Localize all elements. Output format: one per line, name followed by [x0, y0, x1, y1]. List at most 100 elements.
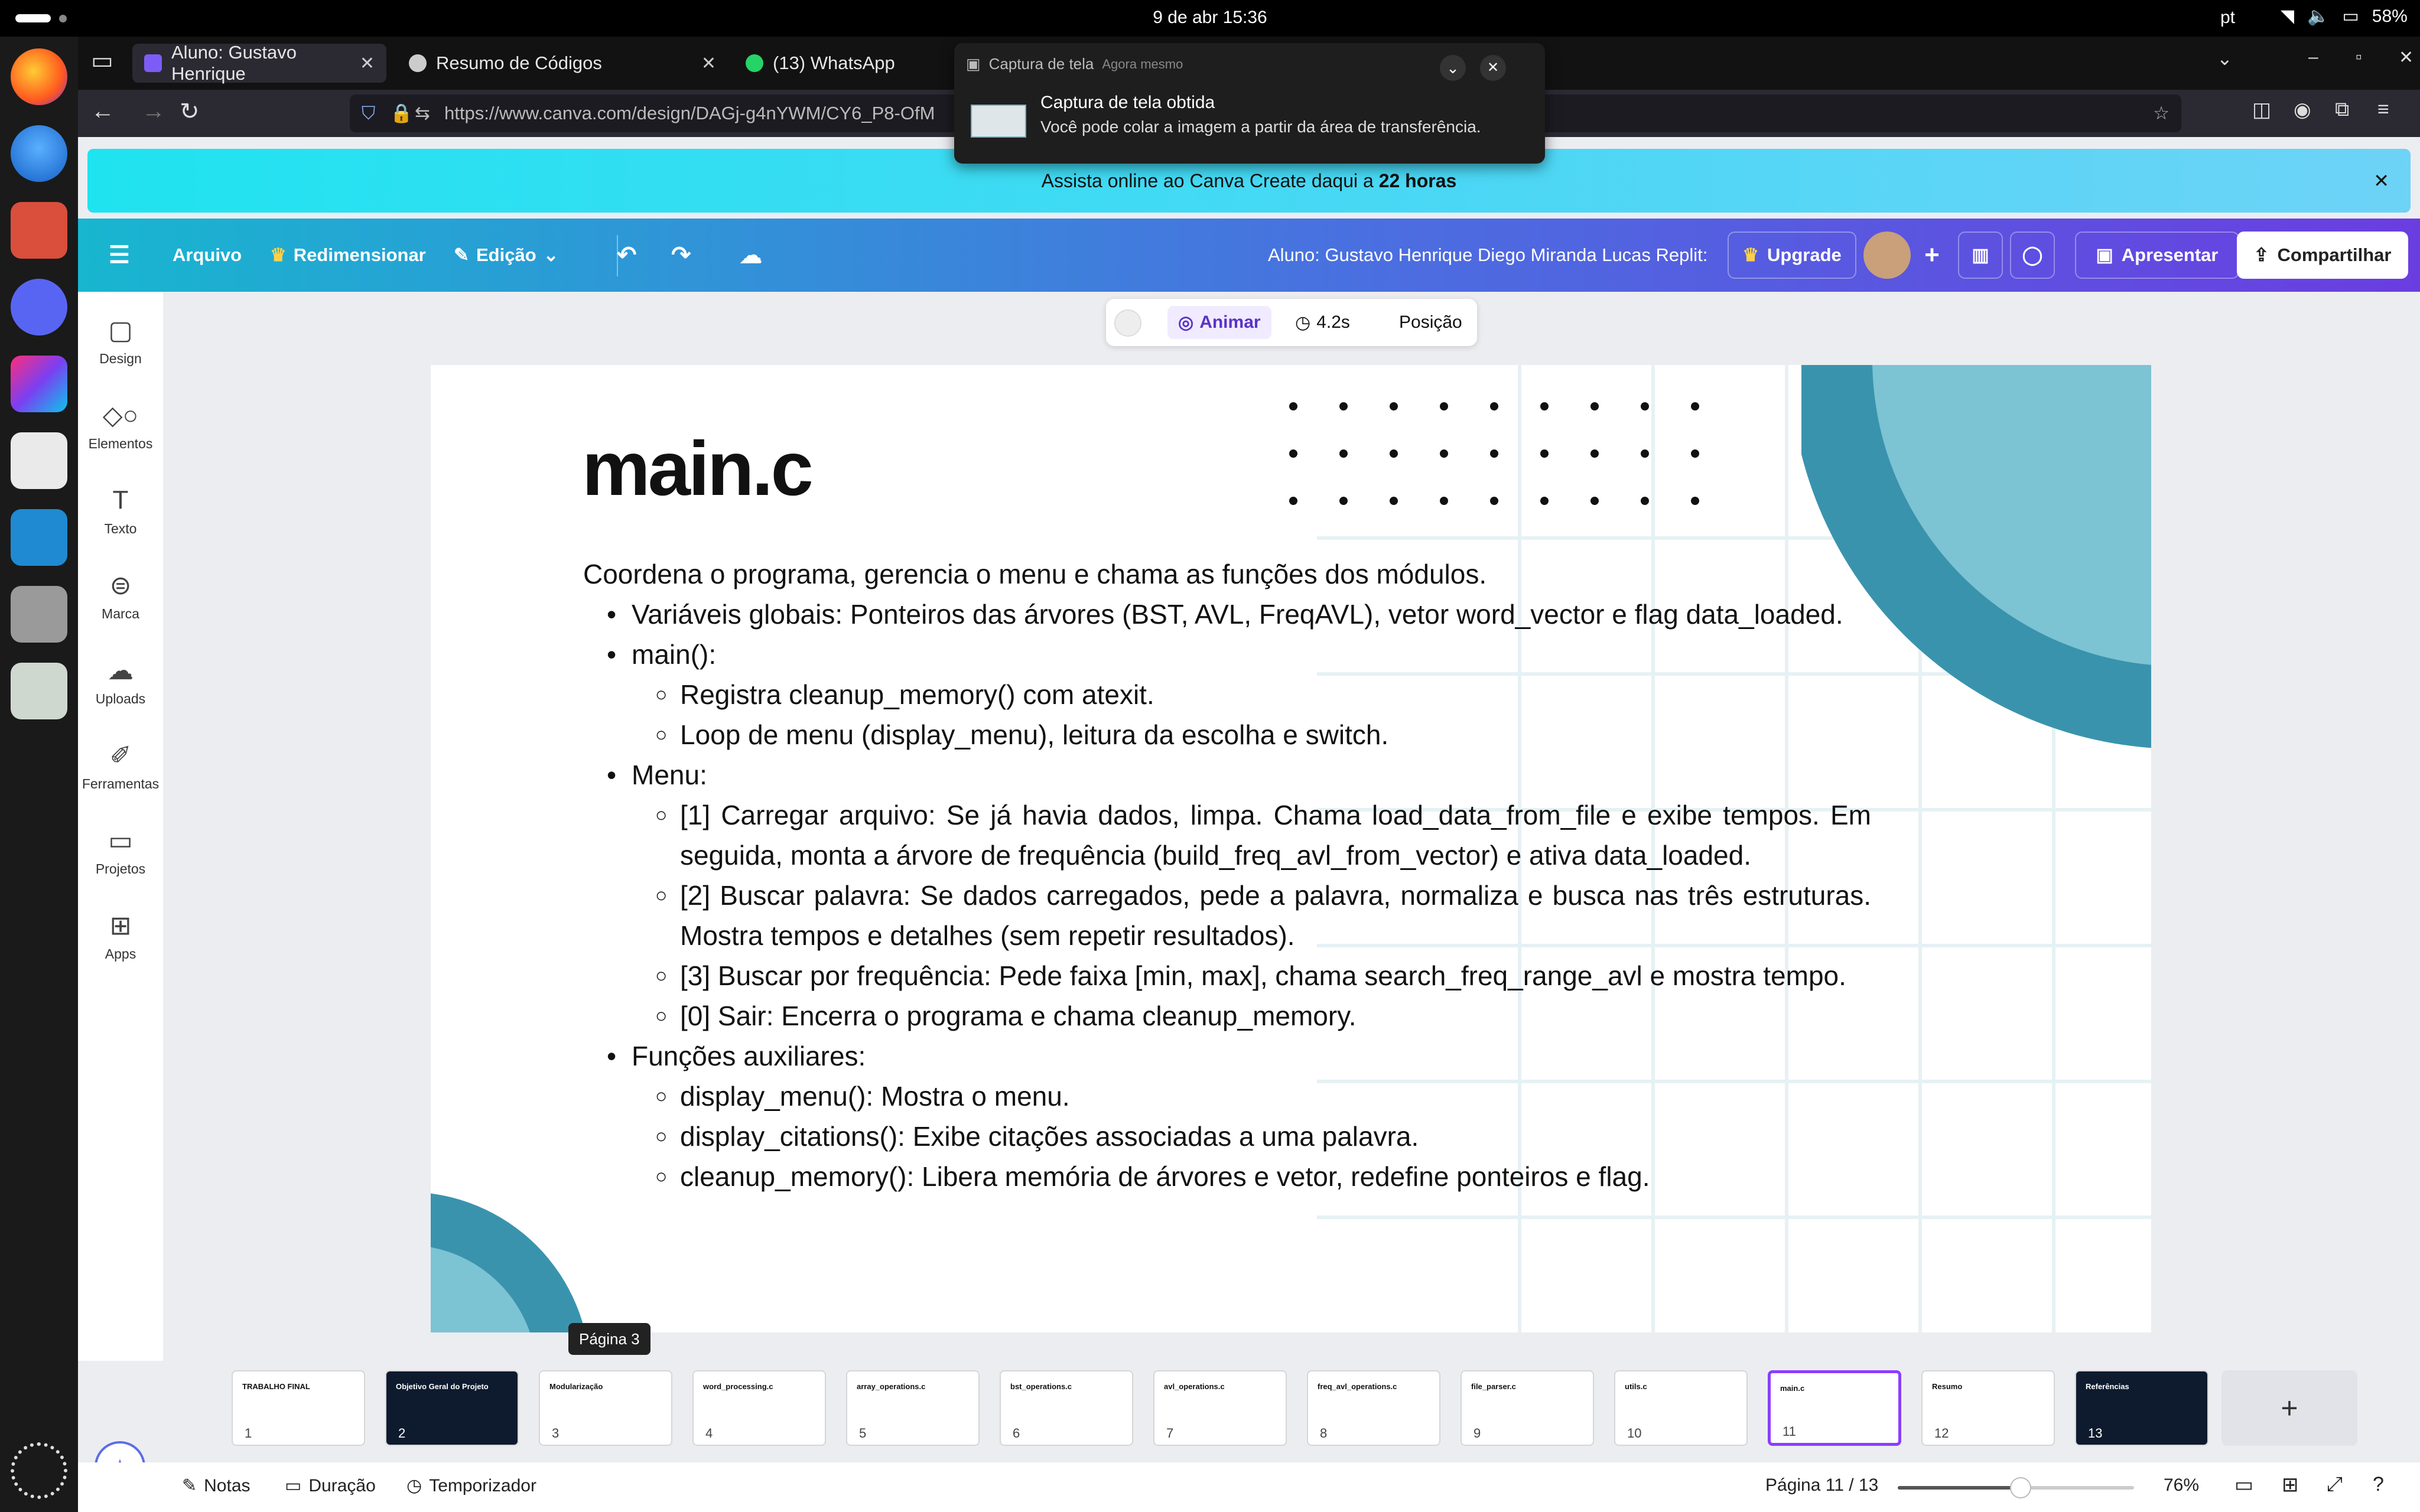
thumbnail-number: 12	[1934, 1426, 1949, 1441]
document-title[interactable]: Aluno: Gustavo Henrique Diego Miranda Lu…	[1268, 237, 1707, 273]
page-indicator[interactable]: Página 11 / 13	[1765, 1475, 1878, 1495]
banner-countdown: 22 horas	[1378, 170, 1457, 191]
reload-icon[interactable]: ↻	[180, 98, 200, 125]
add-collaborator-icon[interactable]: +	[1914, 232, 1950, 279]
undo-icon[interactable]: ↶	[617, 237, 637, 273]
forward-icon[interactable]: →	[142, 98, 165, 125]
account-icon[interactable]: ◉	[2294, 98, 2311, 122]
slide-title[interactable]: main.c	[582, 424, 814, 513]
vscode-icon[interactable]	[11, 509, 67, 566]
file-menu[interactable]: Arquivo	[173, 237, 242, 273]
pocket-icon[interactable]: ◫	[2252, 98, 2271, 122]
timer-button[interactable]: ◷ Temporizador	[406, 1475, 536, 1496]
avatar[interactable]	[1863, 232, 1911, 279]
close-tab-icon[interactable]: ✕	[360, 53, 375, 74]
sidebar-item-apps[interactable]: ⊞ Apps	[78, 911, 163, 962]
page-thumbnail[interactable]: Objetivo Geral do Projeto 2	[385, 1370, 519, 1446]
close-tab-icon[interactable]: ✕	[701, 53, 716, 74]
pencil-icon: ✎	[454, 245, 469, 265]
menu-icon[interactable]: ≡	[2377, 98, 2389, 121]
intellij-icon[interactable]	[11, 356, 67, 412]
expand-notification-icon[interactable]: ⌄	[1440, 55, 1466, 81]
permissions-icon[interactable]: ⇆	[415, 94, 430, 132]
page-thumbnail[interactable]: Resumo 12	[1921, 1370, 2055, 1446]
whatsapp-favicon	[746, 54, 763, 72]
zoom-slider-knob[interactable]	[2010, 1477, 2031, 1498]
clock[interactable]: 9 de abr 15:36	[0, 8, 2420, 28]
document-viewer-icon[interactable]	[11, 432, 67, 489]
share-button[interactable]: ⇪ Compartilhar	[2237, 232, 2408, 279]
close-notification-icon[interactable]: ✕	[1480, 55, 1506, 81]
extensions-icon[interactable]: ⧉	[2335, 98, 2349, 121]
page-thumbnail[interactable]: array_operations.c 5	[846, 1370, 980, 1446]
tab-canva[interactable]: Aluno: Gustavo Henrique ✕	[132, 42, 386, 84]
screenshot-notification[interactable]: ▣ Captura de tela Agora mesmo ⌄ ✕ Captur…	[954, 43, 1545, 164]
cloud-saved-icon[interactable]: ☁	[740, 237, 762, 273]
notes-button[interactable]: ✎ Notas	[182, 1475, 251, 1496]
resize-button[interactable]: ♛ Redimensionar	[270, 237, 426, 273]
sidebar-item-text[interactable]: T Texto	[78, 485, 163, 537]
banner-text: Assista online ao Canva Create daqui a	[1041, 170, 1379, 191]
sidebar-item-label: Design	[99, 351, 142, 366]
duration-toggle[interactable]: ▭ Duração	[285, 1475, 376, 1496]
slide-body[interactable]: Coordena o programa, gerencia o menu e c…	[583, 554, 2151, 1197]
firefox-icon[interactable]	[11, 48, 67, 105]
shield-icon[interactable]: ⛉	[362, 94, 375, 132]
edit-mode-button[interactable]: ✎ Edição ⌄	[454, 237, 559, 273]
tab-resumo[interactable]: Resumo de Códigos ✕	[397, 44, 728, 83]
sidebar-item-projects[interactable]: ▭ Projetos	[78, 826, 163, 877]
drive-icon[interactable]	[11, 586, 67, 643]
page-thumbnail[interactable]: bst_operations.c 6	[1000, 1370, 1133, 1446]
animate-button[interactable]: ◎ Animar	[1167, 306, 1271, 339]
thunderbird-icon[interactable]	[11, 125, 67, 182]
sidebar-item-design[interactable]: ▢ Design	[78, 315, 163, 367]
page-thumbnail[interactable]: utils.c 10	[1614, 1370, 1748, 1446]
upgrade-button[interactable]: ♛ Upgrade	[1728, 232, 1856, 279]
present-button[interactable]: ▣ Apresentar	[2075, 232, 2239, 279]
tab-overview-icon[interactable]: ▭	[91, 47, 113, 74]
system-tray[interactable]: ◥ 🔈 ▭ 58%	[2281, 6, 2408, 27]
add-page-button[interactable]: +	[2221, 1370, 2357, 1446]
back-icon[interactable]: ←	[91, 98, 115, 125]
slide-canvas[interactable]: main.c Coordena o programa, gerencia o m…	[431, 365, 2151, 1332]
page-thumbnail[interactable]: word_processing.c 4	[692, 1370, 826, 1446]
close-banner-icon[interactable]: ✕	[2373, 149, 2389, 213]
page-thumbnail[interactable]: TRABALHO FINAL 1	[232, 1370, 365, 1446]
page-thumbnail[interactable]: file_parser.c 9	[1461, 1370, 1594, 1446]
url-text: https://www.canva.com/design/DAGj-g4nYWM…	[444, 103, 935, 123]
zoom-slider[interactable]	[1898, 1477, 2134, 1498]
sidebar-item-uploads[interactable]: ☁ Uploads	[78, 656, 163, 707]
sidebar-item-tools[interactable]: ✐ Ferramentas	[78, 741, 163, 792]
page-thumbnail[interactable]: avl_operations.c 7	[1153, 1370, 1287, 1446]
discord-icon[interactable]	[11, 279, 67, 335]
lock-icon[interactable]: 🔒	[390, 94, 413, 132]
page-thumbnail[interactable]: freq_avl_operations.c 8	[1307, 1370, 1440, 1446]
sidebar-item-elements[interactable]: ◇○ Elementos	[78, 400, 163, 452]
comments-icon[interactable]: ◯	[2010, 232, 2055, 279]
zoom-level[interactable]: 76%	[2164, 1475, 2199, 1495]
page-thumbnail[interactable]: Referências 13	[2075, 1370, 2208, 1446]
fullscreen-icon[interactable]: ⤢	[2327, 1473, 2343, 1496]
insights-icon[interactable]: ▥	[1958, 232, 2003, 279]
input-language[interactable]: pt	[2220, 8, 2235, 28]
minimize-icon[interactable]: –	[2308, 47, 2318, 67]
grid-view-icon[interactable]: ⊞	[2282, 1473, 2299, 1497]
trash-icon[interactable]	[11, 663, 67, 719]
help-icon[interactable]: ?	[2373, 1473, 2384, 1496]
thumbnail-title: file_parser.c	[1471, 1382, 1516, 1391]
files-icon[interactable]	[11, 202, 67, 259]
position-button[interactable]: Posição	[1399, 306, 1462, 339]
app-grid-icon[interactable]	[11, 1442, 67, 1499]
color-swatch[interactable]	[1114, 309, 1141, 337]
close-window-icon[interactable]: ✕	[2399, 47, 2414, 68]
page-thumbnail[interactable]: Modularização 3	[539, 1370, 672, 1446]
bookmark-star-icon[interactable]: ☆	[2153, 94, 2169, 132]
page-view-icon[interactable]: ▭	[2234, 1473, 2253, 1497]
duration-button[interactable]: ◷ 4.2s	[1295, 306, 1350, 339]
sidebar-item-brand[interactable]: ⊜ Marca	[78, 571, 163, 622]
maximize-icon[interactable]: ▫	[2356, 47, 2362, 67]
list-tabs-icon[interactable]: ⌄	[2217, 47, 2233, 70]
redo-icon[interactable]: ↷	[671, 237, 691, 273]
hamburger-menu-icon[interactable]: ☰	[109, 237, 130, 273]
page-thumbnail-selected[interactable]: main.c 11	[1768, 1370, 1901, 1446]
